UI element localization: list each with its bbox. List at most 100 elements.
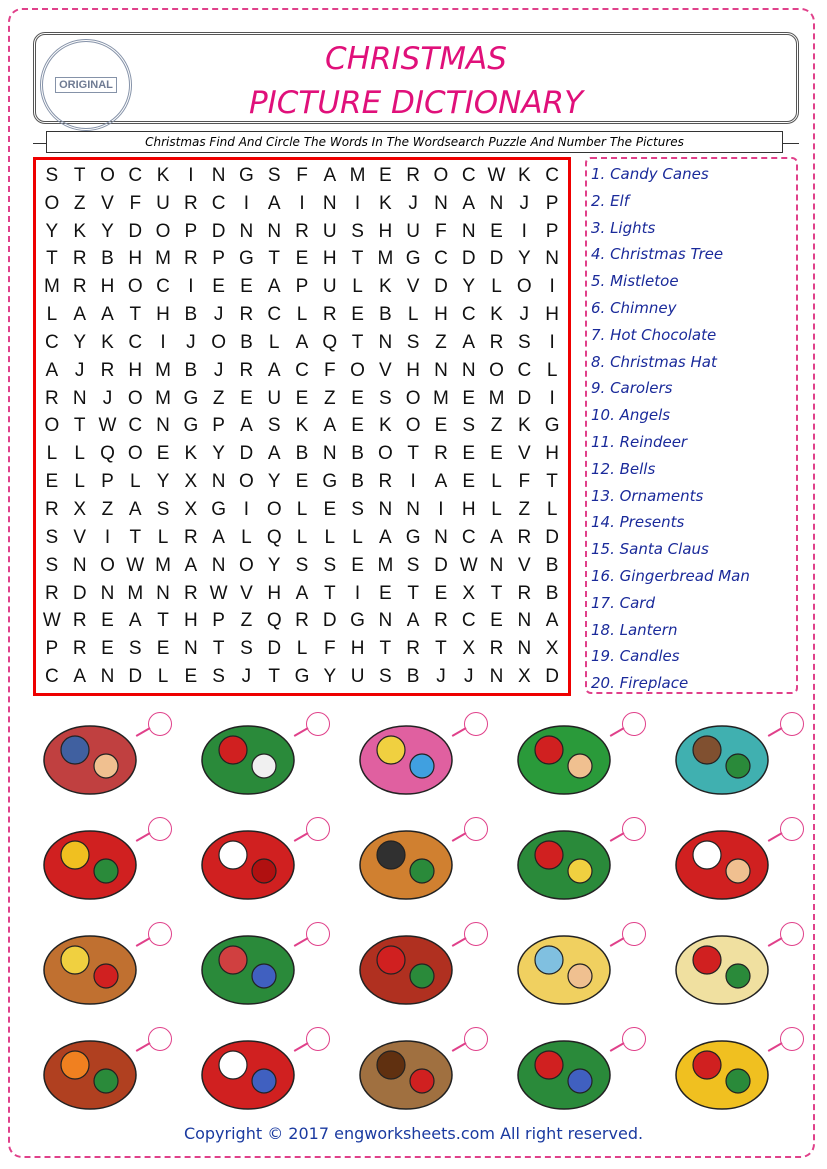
grid-letter[interactable]: P [38,635,66,663]
grid-letter[interactable]: U [149,190,177,218]
grid-letter[interactable]: R [66,607,94,635]
grid-letter[interactable]: G [538,413,566,441]
grid-letter[interactable]: K [371,273,399,301]
grid-letter[interactable]: E [38,468,66,496]
grid-letter[interactable]: N [371,496,399,524]
grid-letter[interactable]: A [455,190,483,218]
number-bubble[interactable] [306,712,330,736]
grid-letter[interactable]: I [427,496,455,524]
grid-letter[interactable]: S [344,218,372,246]
grid-letter[interactable]: Z [427,329,455,357]
grid-letter[interactable]: L [66,468,94,496]
grid-letter[interactable]: S [510,329,538,357]
grid-letter[interactable]: E [94,607,122,635]
grid-letter[interactable]: A [316,413,344,441]
grid-letter[interactable]: C [38,663,66,691]
grid-letter[interactable]: T [371,635,399,663]
grid-letter[interactable]: A [260,273,288,301]
number-bubble[interactable] [780,1027,804,1051]
grid-letter[interactable]: K [94,329,122,357]
grid-letter[interactable]: S [205,663,233,691]
grid-letter[interactable]: M [344,162,372,190]
grid-letter[interactable]: B [177,301,205,329]
grid-letter[interactable]: O [149,218,177,246]
grid-letter[interactable]: H [121,246,149,274]
grid-letter[interactable]: I [510,218,538,246]
grid-letter[interactable]: B [538,580,566,608]
grid-letter[interactable]: D [121,663,149,691]
number-bubble[interactable] [780,817,804,841]
grid-letter[interactable]: G [177,385,205,413]
grid-letter[interactable]: H [538,440,566,468]
grid-letter[interactable]: R [483,635,511,663]
grid-letter[interactable]: N [205,162,233,190]
grid-letter[interactable]: T [344,329,372,357]
grid-letter[interactable]: I [177,162,205,190]
grid-letter[interactable]: L [38,301,66,329]
grid-letter[interactable]: K [177,440,205,468]
grid-letter[interactable]: H [121,357,149,385]
grid-letter[interactable]: T [399,580,427,608]
grid-letter[interactable]: L [399,301,427,329]
grid-letter[interactable]: S [399,552,427,580]
grid-letter[interactable]: L [288,301,316,329]
grid-letter[interactable]: C [121,162,149,190]
grid-letter[interactable]: I [233,190,261,218]
grid-letter[interactable]: R [233,301,261,329]
grid-letter[interactable]: L [483,273,511,301]
grid-letter[interactable]: E [483,440,511,468]
grid-letter[interactable]: Y [260,552,288,580]
grid-letter[interactable]: P [205,607,233,635]
grid-letter[interactable]: O [38,413,66,441]
grid-letter[interactable]: U [344,663,372,691]
grid-letter[interactable]: P [177,218,205,246]
grid-letter[interactable]: E [316,496,344,524]
grid-letter[interactable]: M [149,552,177,580]
number-bubble[interactable] [622,922,646,946]
grid-letter[interactable]: K [510,413,538,441]
grid-letter[interactable]: S [121,635,149,663]
grid-letter[interactable]: P [205,413,233,441]
grid-letter[interactable]: R [66,246,94,274]
grid-letter[interactable]: N [510,607,538,635]
number-bubble[interactable] [148,712,172,736]
grid-letter[interactable]: O [233,468,261,496]
grid-letter[interactable]: L [538,496,566,524]
grid-letter[interactable]: T [260,246,288,274]
grid-letter[interactable]: W [455,552,483,580]
grid-letter[interactable]: C [455,301,483,329]
grid-letter[interactable]: H [344,635,372,663]
grid-letter[interactable]: I [149,329,177,357]
grid-letter[interactable]: O [121,440,149,468]
grid-letter[interactable]: E [344,413,372,441]
grid-letter[interactable]: M [149,385,177,413]
grid-letter[interactable]: M [483,385,511,413]
grid-letter[interactable]: F [316,635,344,663]
grid-letter[interactable]: D [260,635,288,663]
grid-letter[interactable]: E [177,663,205,691]
grid-letter[interactable]: L [288,635,316,663]
grid-letter[interactable]: T [66,413,94,441]
grid-letter[interactable]: G [205,496,233,524]
grid-letter[interactable]: A [288,580,316,608]
grid-letter[interactable]: E [149,635,177,663]
grid-letter[interactable]: C [510,357,538,385]
grid-letter[interactable]: T [538,468,566,496]
grid-letter[interactable]: S [344,496,372,524]
grid-letter[interactable]: I [288,190,316,218]
grid-letter[interactable]: W [38,607,66,635]
grid-letter[interactable]: U [316,273,344,301]
grid-letter[interactable]: N [149,413,177,441]
grid-letter[interactable]: R [427,440,455,468]
grid-letter[interactable]: E [288,385,316,413]
grid-letter[interactable]: O [427,162,455,190]
grid-letter[interactable]: N [483,663,511,691]
grid-letter[interactable]: N [427,190,455,218]
grid-letter[interactable]: A [371,524,399,552]
grid-letter[interactable]: X [177,496,205,524]
grid-letter[interactable]: S [260,162,288,190]
grid-letter[interactable]: N [149,580,177,608]
grid-letter[interactable]: T [38,246,66,274]
grid-letter[interactable]: N [205,468,233,496]
grid-letter[interactable]: G [233,246,261,274]
